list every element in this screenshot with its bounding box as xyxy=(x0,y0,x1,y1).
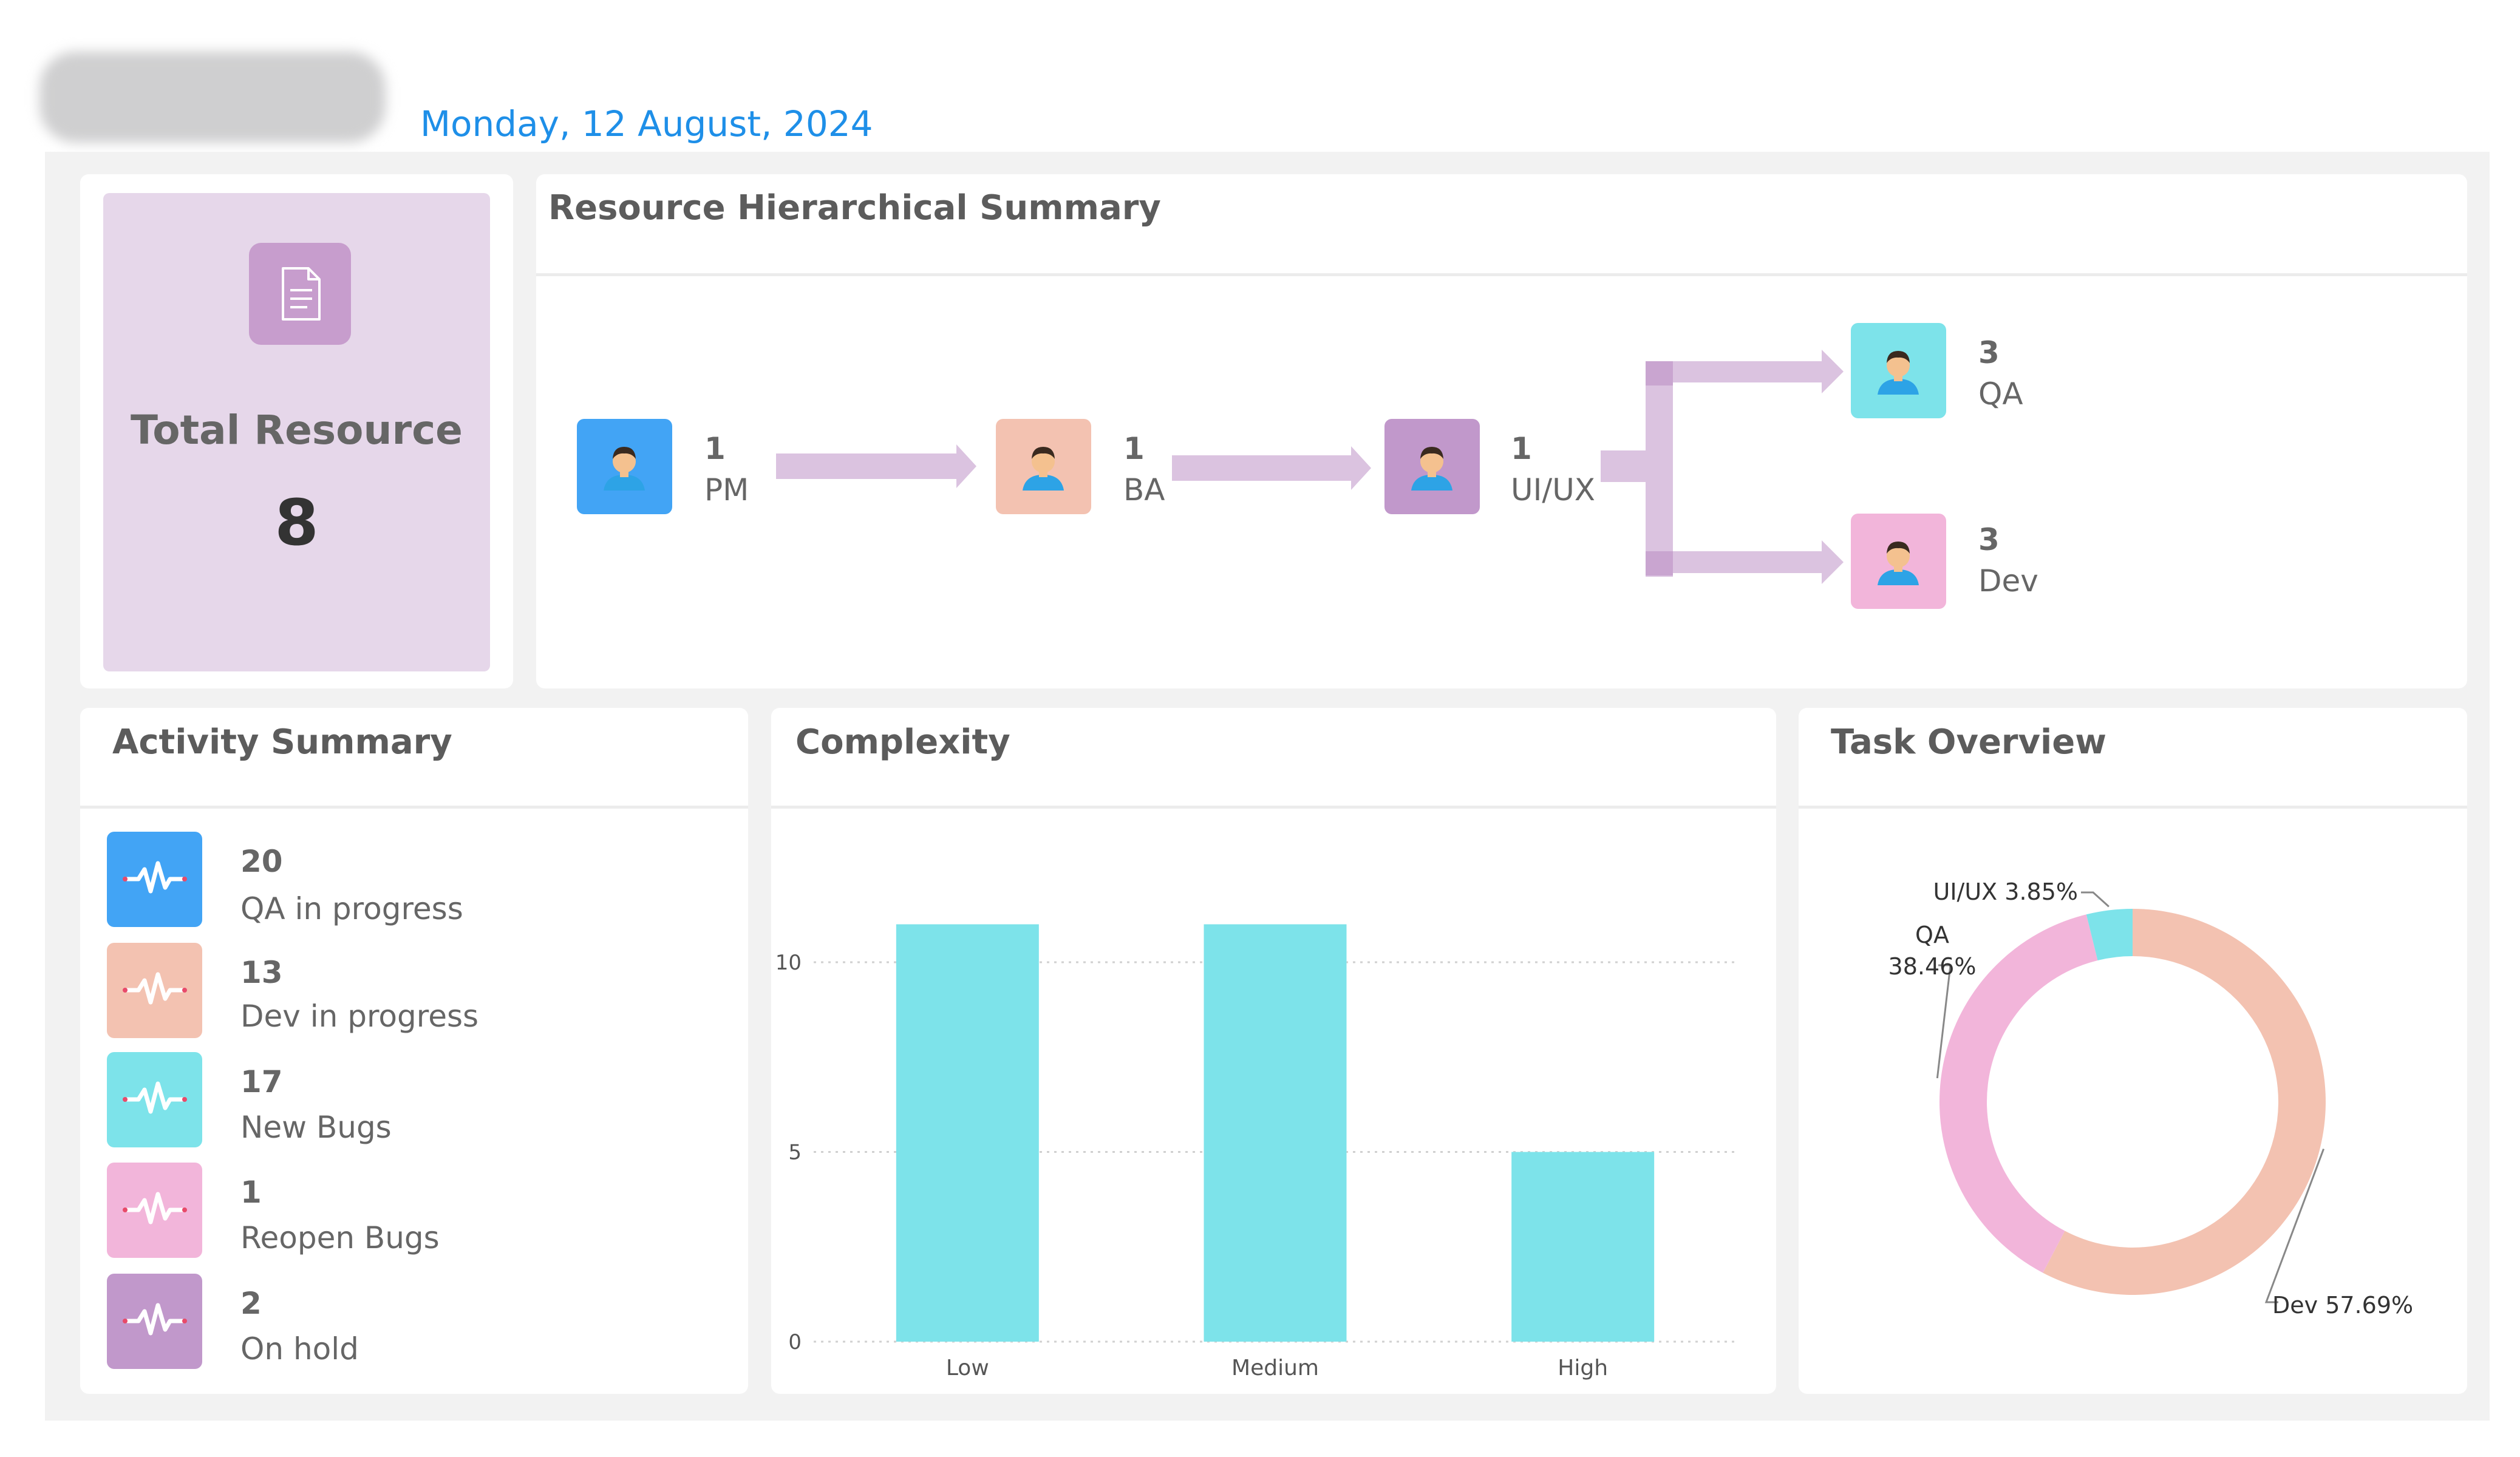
x-tick-label: Low xyxy=(946,1356,989,1381)
label-qa-percent: 38.46% xyxy=(1888,953,1977,980)
bar-low xyxy=(896,924,1039,1342)
arrow-uiux-branch xyxy=(1601,450,1646,482)
slice-dev xyxy=(2043,909,2326,1295)
pulse-icon xyxy=(123,1303,187,1336)
person-icon xyxy=(604,447,645,491)
complexity-bar-chart: 0 5 10 Low Medium High xyxy=(775,924,1737,1381)
hierarchy-arrows xyxy=(776,350,1844,584)
pulse-icon xyxy=(123,1081,187,1114)
bar-high xyxy=(1511,1152,1655,1342)
arrow-to-dev xyxy=(1646,540,1844,584)
pm-count: 1 xyxy=(704,431,726,466)
complexity-title: Complexity xyxy=(795,722,1010,762)
node-ba xyxy=(996,419,1091,514)
task-overview-donut-chart: Dev 57.69% QA 38.46% UI/UX 3.85% xyxy=(1888,878,2414,1319)
person-icon xyxy=(1023,447,1064,491)
node-uiux xyxy=(1384,419,1480,514)
y-tick-label: 10 xyxy=(775,951,802,975)
activity-count-on-hold: 2 xyxy=(240,1286,262,1321)
arrow-to-qa xyxy=(1646,350,1844,393)
x-tick-label: High xyxy=(1558,1356,1608,1381)
activity-label-new-bugs: New Bugs xyxy=(240,1110,392,1145)
pulse-icon xyxy=(123,972,187,1005)
pm-label: PM xyxy=(704,472,749,508)
activity-divider xyxy=(80,806,748,809)
activity-count-reopen-bugs: 1 xyxy=(240,1175,262,1210)
dev-label: Dev xyxy=(1978,563,2038,599)
qa-count: 3 xyxy=(1978,335,2000,370)
node-qa xyxy=(1851,323,1946,418)
activity-label-on-hold: On hold xyxy=(240,1331,359,1367)
arrow-pm-ba xyxy=(776,444,976,488)
activity-icon-new-bugs xyxy=(107,1052,202,1147)
ba-count: 1 xyxy=(1123,431,1145,466)
node-dev xyxy=(1851,514,1946,609)
activity-label-qa-in-progress: QA in progress xyxy=(240,891,463,926)
activity-count-qa-in-progress: 20 xyxy=(240,844,283,879)
task-overview-divider xyxy=(1799,806,2467,809)
task-overview-title: Task Overview xyxy=(1831,722,2106,762)
activity-icon-on-hold xyxy=(107,1274,202,1369)
pulse-icon xyxy=(123,1192,187,1224)
bar-medium xyxy=(1204,924,1347,1342)
person-icon xyxy=(1878,542,1919,585)
x-tick-label: Medium xyxy=(1231,1356,1319,1381)
pulse-icon xyxy=(123,861,187,894)
complexity-divider xyxy=(771,806,1776,809)
uiux-count: 1 xyxy=(1511,431,1532,466)
label-uiux: UI/UX 3.85% xyxy=(1933,878,2078,905)
person-icon xyxy=(1411,447,1452,491)
activity-icon-dev-in-progress xyxy=(107,943,202,1038)
activity-count-dev-in-progress: 13 xyxy=(240,955,283,990)
y-tick-label: 0 xyxy=(788,1330,802,1354)
person-icon xyxy=(1878,351,1919,395)
ba-label: BA xyxy=(1123,472,1165,508)
leader-line xyxy=(2081,891,2110,908)
node-pm xyxy=(577,419,672,514)
uiux-label: UI/UX xyxy=(1511,472,1596,508)
activity-label-reopen-bugs: Reopen Bugs xyxy=(240,1220,440,1255)
activity-title: Activity Summary xyxy=(112,722,452,762)
activity-icon-qa-in-progress xyxy=(107,832,202,927)
activity-label-dev-in-progress: Dev in progress xyxy=(240,999,479,1034)
dev-count: 3 xyxy=(1978,522,2000,557)
label-dev: Dev 57.69% xyxy=(2272,1292,2413,1319)
activity-icon-reopen-bugs xyxy=(107,1163,202,1258)
label-qa: QA xyxy=(1915,922,1949,948)
activity-count-new-bugs: 17 xyxy=(240,1064,283,1099)
arrow-ba-uiux xyxy=(1172,446,1371,490)
y-tick-label: 5 xyxy=(788,1141,802,1165)
arrow-branch-trunk xyxy=(1646,361,1673,577)
qa-label: QA xyxy=(1978,376,2023,412)
